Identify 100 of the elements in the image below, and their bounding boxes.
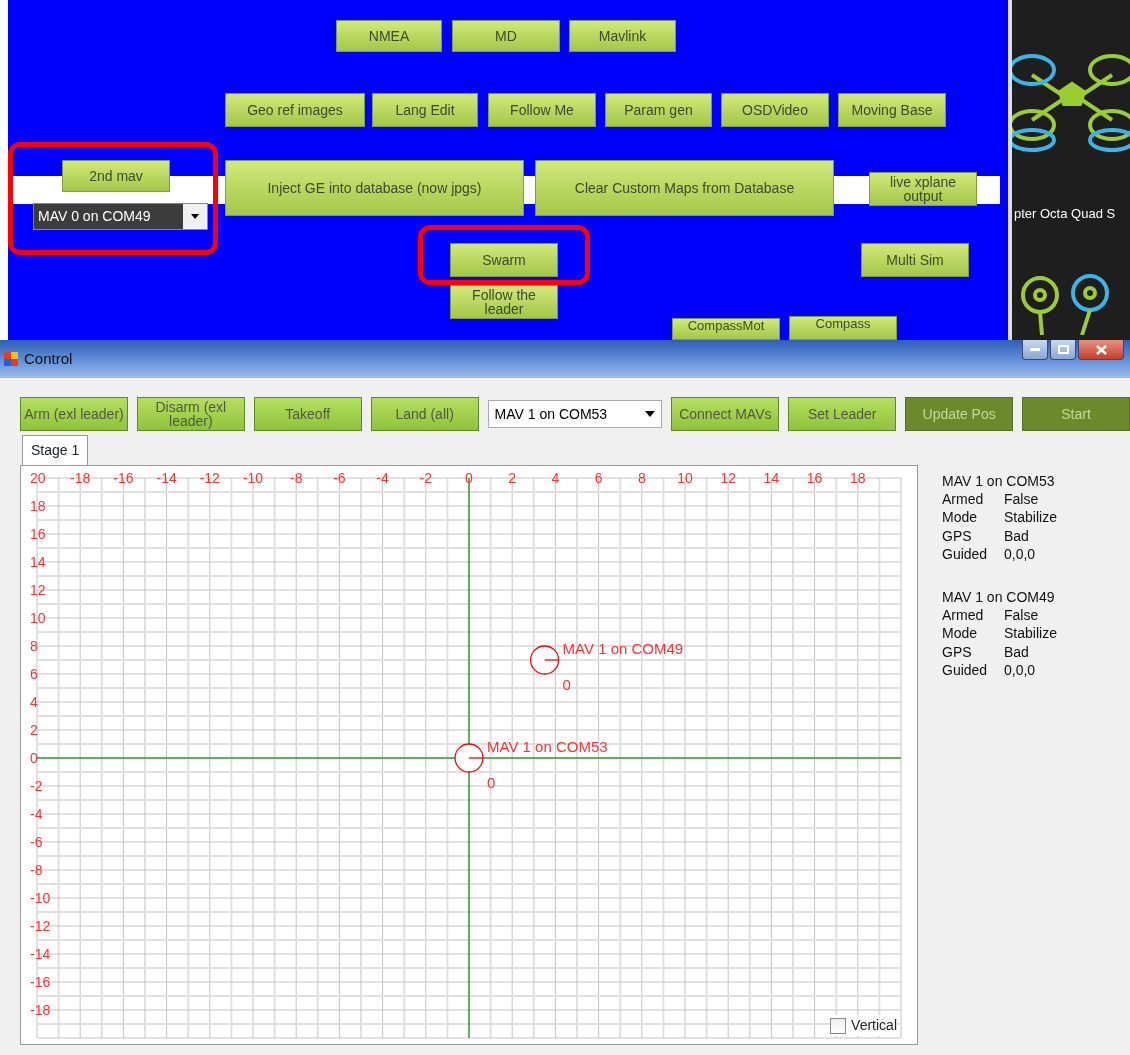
form-button[interactable]: CompassMot [672,318,780,340]
vehicle-label: MAV 1 on COM53 [487,738,608,755]
toolbar-button[interactable]: Set Leader [788,397,897,431]
vehicle-label: MAV 1 on COM49 [562,640,684,657]
y-tick-label: 4 [30,694,38,710]
field-label: Guided [942,544,989,563]
field-value: Stabilize [1004,508,1057,527]
y-tick-label: 6 [30,666,38,682]
form-button[interactable]: Follow the leader [450,285,558,319]
x-tick-label: 10 [677,470,693,486]
x-tick-label: -6 [333,470,346,486]
x-tick-label: 4 [551,470,560,486]
x-tick-label: -12 [199,470,220,486]
field-label: Armed [942,490,985,509]
form-button[interactable]: Moving Base [838,93,946,127]
y-tick-label: 12 [30,582,46,598]
close-button[interactable] [1078,340,1124,360]
form-button[interactable]: Multi Sim [861,243,969,277]
y-tick-label: 0 [30,750,38,766]
y-tick-label: -8 [30,862,43,878]
x-tick-label: 16 [806,470,823,486]
x-tick-label: 2 [508,470,517,486]
form-button[interactable]: OSDVideo [721,93,829,127]
form-button[interactable]: Follow Me [488,93,596,127]
y-tick-label: -16 [30,974,51,990]
x-tick-label: -16 [113,470,134,486]
x-tick-label: 0 [465,470,473,486]
toolbar-button[interactable]: Disarm (exl leader) [136,397,245,431]
field-value: False [1004,490,1039,509]
field-value: Bad [1004,642,1029,661]
form-button[interactable]: MD [452,20,560,52]
dropdown-arrow-icon [645,411,656,417]
field-label: Guided [942,660,989,679]
y-tick-label: -4 [30,806,43,822]
frame-caption: pter Octa Quad S [1013,205,1117,223]
y-tick-label: 10 [30,610,46,626]
x-tick-label: -10 [242,470,264,486]
field-value: 0,0,0 [1004,660,1036,679]
y-tick-label: -6 [30,834,43,850]
x-tick-label: -4 [376,470,389,486]
form-button[interactable]: Compass [789,316,897,340]
field-value: Bad [1004,526,1029,545]
x-tick-label: -14 [156,470,177,486]
y-tick-label: 16 [30,526,46,542]
toolbar-button[interactable]: Connect MAVs [671,397,780,431]
dropdown-arrow-icon [191,214,199,219]
maximize-button[interactable] [1050,340,1076,360]
form-button[interactable]: Clear Custom Maps from Database [535,160,834,216]
y-tick-label: -12 [30,918,51,934]
x-tick-label: 18 [850,470,866,486]
y-tick-label: 14 [30,554,46,570]
y-tick-label: 18 [30,498,46,514]
form-button[interactable]: Geo ref images [225,93,365,127]
x-tick-label: 8 [637,470,646,486]
field-label: GPS [942,642,973,661]
toolbar-button[interactable]: Arm (exl leader) [20,397,128,431]
y-tick-label: 8 [30,638,38,654]
vehicle-label: 0 [562,676,571,693]
minimize-button[interactable] [1022,340,1048,360]
mav-dropdown[interactable]: MAV 1 on COM53 [487,400,663,428]
y-tick-label: -2 [30,778,43,794]
x-tick-label: 12 [720,470,736,486]
status-title: MAV 1 on COM53 [942,472,1056,491]
app-icon [4,352,18,366]
maximize-icon [1057,345,1069,354]
y-tick-label: -18 [30,1002,51,1018]
form-button[interactable]: live xplane output [869,172,977,206]
field-label: GPS [942,526,973,545]
window-title: Control [24,348,73,369]
form-button[interactable]: 2nd mav [62,160,170,192]
field-value: 0,0,0 [1004,544,1036,563]
toolbar-button[interactable]: Takeoff [253,397,362,431]
form-button[interactable]: Mavlink [569,20,676,52]
field-label: Armed [942,606,985,625]
form-button[interactable]: Param gen [605,93,712,127]
vertical-checkbox[interactable]: Vertical [830,1015,897,1036]
toolbar-button[interactable]: Land (all) [370,397,479,431]
y-tick-label: 20 [30,470,46,486]
x-tick-label: -18 [70,470,91,486]
minimize-icon [1030,347,1040,352]
close-icon [1095,344,1107,355]
form-button[interactable]: Lang Edit [372,93,478,127]
x-tick-label: 14 [763,470,780,486]
status-title: MAV 1 on COM49 [942,587,1056,607]
x-tick-label: -2 [419,470,433,486]
y-tick-label: 2 [30,722,38,738]
vehicle-label: 0 [487,774,496,791]
tab[interactable]: Stage 1 [22,435,89,465]
x-tick-label: 6 [594,470,603,486]
form-button[interactable]: Inject GE into database (now jpgs) [225,160,524,216]
y-tick-label: -10 [30,890,51,906]
field-label: Mode [942,624,979,643]
x-tick-label: -8 [289,470,303,486]
field-value: False [1004,606,1039,625]
y-tick-label: -14 [30,946,51,962]
form-button[interactable]: Swarm [450,243,558,277]
field-label: Mode [942,508,979,527]
field-value: Stabilize [1004,624,1057,643]
form-button[interactable]: NMEA [336,20,442,52]
mav-dropdown[interactable]: MAV 0 on COM49 [33,203,208,230]
